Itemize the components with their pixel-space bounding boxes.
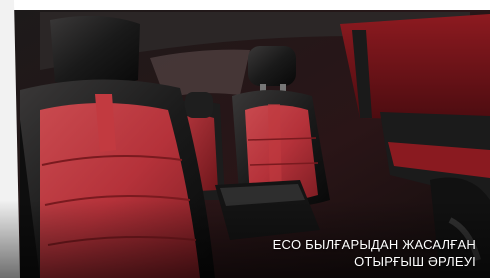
feature-caption: ECO БЫЛҒАРЫДАН ЖАСАЛҒАН ОТЫРҒЫШ ӘРЛЕУІ: [176, 236, 476, 270]
caption-line-2: ОТЫРҒЫШ ӘРЛЕУІ: [354, 254, 476, 269]
top-border: [0, 0, 490, 10]
caption-line-1: ECO БЫЛҒАРЫДАН ЖАСАЛҒАН: [272, 237, 476, 252]
seat-photo-banner: ECO БЫЛҒАРЫДАН ЖАСАЛҒАН ОТЫРҒЫШ ӘРЛЕУІ: [0, 0, 490, 278]
